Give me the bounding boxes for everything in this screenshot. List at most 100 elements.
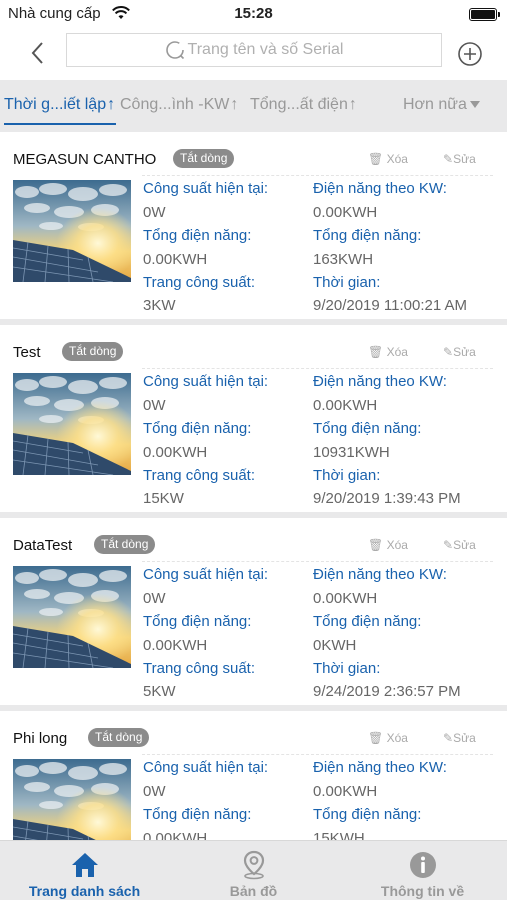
search-placeholder: Trang tên và số Serial bbox=[187, 41, 344, 58]
energy-kw-label: Điện năng theo KW: bbox=[313, 759, 447, 776]
pencil-icon: ✎ bbox=[443, 345, 454, 359]
trash-icon: 🗑 bbox=[368, 345, 384, 359]
energy-kw-value: 0.00KWH bbox=[313, 590, 378, 607]
delete-button[interactable]: 🗑 Xóa bbox=[368, 731, 408, 745]
trash-icon: 🗑 bbox=[368, 731, 384, 745]
delete-button[interactable]: 🗑 Xóa bbox=[368, 345, 408, 359]
status-badge: Tắt dòng bbox=[88, 728, 150, 747]
plant-name: MEGASUN CANTHO bbox=[13, 151, 157, 168]
plant-thumbnail bbox=[13, 566, 131, 668]
current-power-value: 0W bbox=[143, 590, 166, 607]
plant-card[interactable]: Test Tắt dòng 🗑 Xóa ✎Sửa Công suất hiện … bbox=[0, 325, 507, 512]
status-badge: Tắt dòng bbox=[94, 535, 156, 554]
total-energy-value: 163KWH bbox=[313, 251, 374, 268]
total-energy-value: 10931KWH bbox=[313, 444, 390, 461]
battery-icon bbox=[469, 8, 500, 21]
sort-capacity[interactable]: Công...ình -KW↑ bbox=[120, 96, 238, 114]
nav-bar: Trang tên và số Serial bbox=[0, 28, 507, 80]
total-energy-value: 0.00KWH bbox=[143, 444, 208, 461]
total-energy-label: Tổng điện năng: bbox=[313, 613, 422, 630]
current-power-value: 0W bbox=[143, 397, 166, 414]
edit-button[interactable]: ✎Sửa bbox=[443, 538, 476, 552]
plant-thumbnail bbox=[13, 373, 131, 475]
delete-label: Xóa bbox=[386, 345, 408, 359]
total-energy-value: 0KWH bbox=[313, 637, 357, 654]
back-chevron-icon[interactable] bbox=[26, 40, 52, 66]
delete-button[interactable]: 🗑 Xóa bbox=[368, 152, 408, 166]
edit-label: Sửa bbox=[453, 345, 476, 359]
time-value: 9/20/2019 11:00:21 AM bbox=[313, 297, 468, 314]
sort-label: Tổng...ất điện bbox=[250, 96, 348, 113]
edit-button[interactable]: ✎Sửa bbox=[443, 152, 476, 166]
current-power-value: 0W bbox=[143, 204, 166, 221]
tab-label: Bản đồ bbox=[229, 883, 278, 899]
total-energy-value: 0.00KWH bbox=[143, 830, 208, 840]
divider bbox=[142, 368, 493, 369]
plant-card[interactable]: DataTest Tắt dòng 🗑 Xóa ✎Sửa Công suất h… bbox=[0, 518, 507, 705]
more-sort-dropdown[interactable]: Hơn nữa bbox=[403, 96, 480, 114]
more-label: Hơn nữa bbox=[403, 96, 467, 113]
sort-bar: Thời g...iết lập↑ Công...ình -KW↑ Tổng..… bbox=[0, 80, 507, 132]
total-energy-value: 0.00KWH bbox=[143, 251, 208, 268]
sort-total-energy[interactable]: Tổng...ất điện↑ bbox=[250, 96, 357, 114]
plant-name: Test bbox=[13, 344, 41, 361]
edit-label: Sửa bbox=[453, 731, 476, 745]
total-energy-label: Tổng điện năng: bbox=[143, 227, 252, 244]
energy-kw-value: 0.00KWH bbox=[313, 204, 378, 221]
sort-arrow-icon: ↑ bbox=[107, 96, 116, 113]
status-bar: Nhà cung cấp 15:28 bbox=[0, 0, 507, 28]
search-icon bbox=[165, 41, 184, 60]
total-energy-label: Tổng điện năng: bbox=[313, 227, 422, 244]
total-energy-label: Tổng điện năng: bbox=[313, 420, 422, 437]
tab-map[interactable]: Bản đồ bbox=[169, 841, 338, 900]
trash-icon: 🗑 bbox=[368, 152, 384, 166]
time-value: 9/24/2019 2:36:57 PM bbox=[313, 683, 461, 700]
status-badge: Tắt dòng bbox=[62, 342, 124, 361]
sort-label: Thời g...iết lập bbox=[4, 96, 107, 113]
time-label: Thời gian: bbox=[313, 660, 381, 677]
active-sort-underline bbox=[4, 123, 116, 125]
divider bbox=[142, 175, 493, 176]
plant-card[interactable]: Phi long Tắt dòng 🗑 Xóa ✎Sửa Công suất h… bbox=[0, 711, 507, 840]
map-pin-icon bbox=[243, 850, 265, 880]
tab-label: Thông tin về bbox=[380, 883, 465, 899]
total-energy-label: Tổng điện năng: bbox=[143, 420, 252, 437]
clock: 15:28 bbox=[234, 5, 273, 22]
sort-arrow-icon: ↑ bbox=[230, 96, 239, 113]
energy-kw-label: Điện năng theo KW: bbox=[313, 373, 447, 390]
plant-power-value: 15KW bbox=[143, 490, 184, 507]
tab-list[interactable]: Trang danh sách bbox=[0, 841, 169, 900]
time-label: Thời gian: bbox=[313, 274, 381, 291]
plant-power-value: 3KW bbox=[143, 297, 176, 314]
edit-label: Sửa bbox=[453, 152, 476, 166]
divider bbox=[142, 561, 493, 562]
edit-label: Sửa bbox=[453, 538, 476, 552]
current-power-label: Công suất hiện tại: bbox=[143, 759, 269, 776]
plant-card[interactable]: MEGASUN CANTHO Tắt dòng 🗑 Xóa ✎Sửa Công … bbox=[0, 132, 507, 319]
plant-power-value: 5KW bbox=[143, 683, 176, 700]
total-energy-label: Tổng điện năng: bbox=[143, 613, 252, 630]
plant-power-label: Trang công suất: bbox=[143, 467, 256, 484]
energy-kw-value: 0.00KWH bbox=[313, 397, 378, 414]
sort-arrow-icon: ↑ bbox=[348, 96, 357, 113]
tab-label: Trang danh sách bbox=[28, 883, 141, 899]
total-energy-value: 0.00KWH bbox=[143, 637, 208, 654]
plant-power-label: Trang công suất: bbox=[143, 660, 256, 677]
edit-button[interactable]: ✎Sửa bbox=[443, 731, 476, 745]
time-label: Thời gian: bbox=[313, 467, 381, 484]
delete-button[interactable]: 🗑 Xóa bbox=[368, 538, 408, 552]
status-badge: Tắt dòng bbox=[173, 149, 235, 168]
search-input[interactable]: Trang tên và số Serial bbox=[66, 33, 442, 67]
sort-setup-time[interactable]: Thời g...iết lập↑ bbox=[4, 96, 115, 114]
energy-kw-label: Điện năng theo KW: bbox=[313, 180, 447, 197]
pencil-icon: ✎ bbox=[443, 731, 454, 745]
edit-button[interactable]: ✎Sửa bbox=[443, 345, 476, 359]
trash-icon: 🗑 bbox=[368, 538, 384, 552]
home-icon bbox=[72, 853, 98, 877]
energy-kw-label: Điện năng theo KW: bbox=[313, 566, 447, 583]
add-plus-icon[interactable] bbox=[457, 41, 483, 67]
tab-bar: Trang danh sách Bản đồ Thông tin về bbox=[0, 840, 507, 900]
tab-info[interactable]: Thông tin về bbox=[338, 841, 507, 900]
time-value: 9/20/2019 1:39:43 PM bbox=[313, 490, 461, 507]
energy-kw-value: 0.00KWH bbox=[313, 783, 378, 800]
